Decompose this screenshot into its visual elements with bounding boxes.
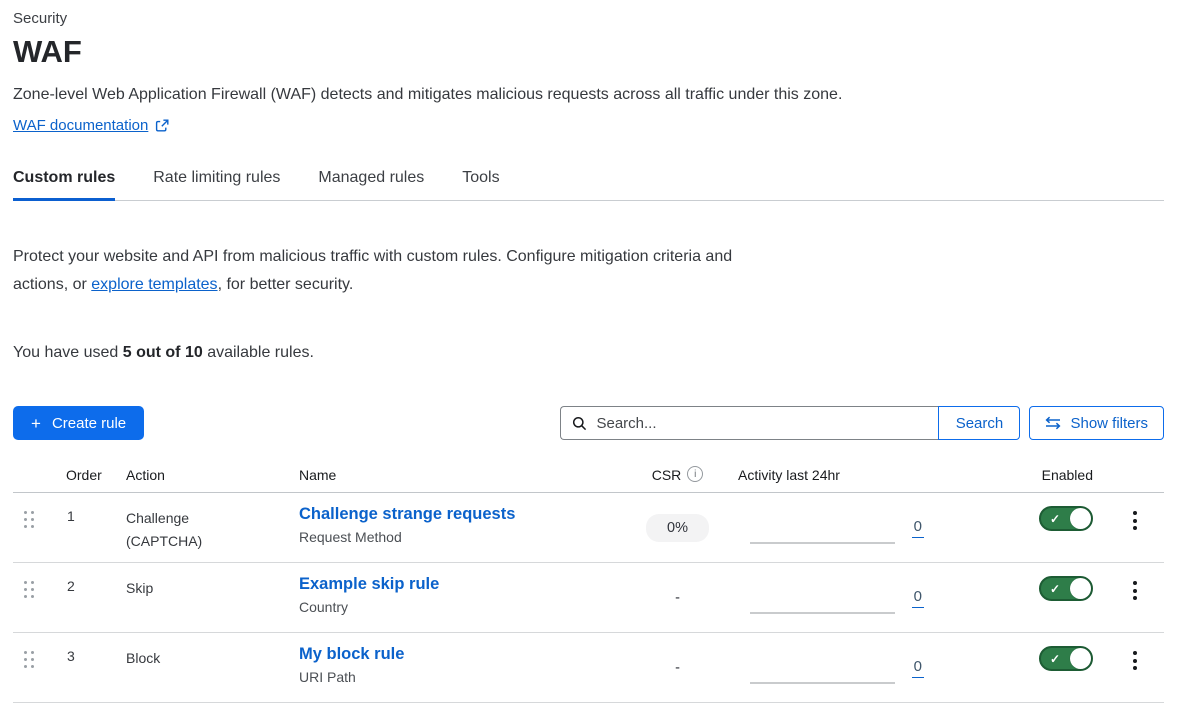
drag-handle-icon[interactable] xyxy=(24,651,36,668)
info-icon[interactable]: i xyxy=(687,466,703,482)
usage-text-before: You have used xyxy=(13,344,123,361)
check-icon: ✓ xyxy=(1050,513,1060,525)
toggle-knob xyxy=(1070,648,1091,669)
kebab-menu-icon[interactable] xyxy=(1127,508,1143,562)
activity-sparkline xyxy=(750,542,895,544)
rules-usage-text: You have used 5 out of 10 available rule… xyxy=(13,344,1164,362)
create-rule-label: Create rule xyxy=(52,415,126,432)
csr-badge: 0% xyxy=(646,514,709,542)
csr-value: - xyxy=(675,660,680,676)
tab-managed-rules[interactable]: Managed rules xyxy=(318,169,424,201)
rule-field: URI Path xyxy=(299,669,630,685)
page-title: WAF xyxy=(13,34,1164,70)
rule-order: 3 xyxy=(53,633,113,702)
explore-templates-link[interactable]: explore templates xyxy=(91,276,217,293)
rule-name-link[interactable]: Example skip rule xyxy=(299,575,439,594)
search-icon xyxy=(572,416,587,431)
csr-value: - xyxy=(675,590,680,606)
toggle-knob xyxy=(1070,508,1091,529)
search-input[interactable] xyxy=(596,415,927,432)
activity-count-link[interactable]: 0 xyxy=(912,518,924,538)
column-header-action: Action xyxy=(113,466,286,483)
rule-order: 1 xyxy=(53,493,113,562)
column-header-csr: CSR xyxy=(652,467,682,483)
toggle-knob xyxy=(1070,578,1091,599)
rule-name-link[interactable]: Challenge strange requests xyxy=(299,505,515,524)
activity-sparkline xyxy=(750,682,895,684)
activity-count-link[interactable]: 0 xyxy=(912,588,924,608)
column-header-enabled: Enabled xyxy=(940,466,1105,483)
waf-documentation-link[interactable]: WAF documentation xyxy=(13,117,148,134)
search-button[interactable]: Search xyxy=(938,406,1020,440)
usage-count: 5 out of 10 xyxy=(123,344,203,361)
intro-text-after: , for better security. xyxy=(218,276,354,293)
search-box xyxy=(560,406,938,440)
check-icon: ✓ xyxy=(1050,583,1060,595)
custom-rules-table: Order Action Name CSR i Activity last 24… xyxy=(13,466,1164,703)
column-header-order: Order xyxy=(53,466,113,483)
check-icon: ✓ xyxy=(1050,653,1060,665)
rule-action: Skip xyxy=(113,563,248,632)
show-filters-button[interactable]: Show filters xyxy=(1029,406,1164,440)
table-row: 3 Block My block rule URI Path - 0 ✓ xyxy=(13,633,1164,703)
table-header-row: Order Action Name CSR i Activity last 24… xyxy=(13,466,1164,493)
breadcrumb-security: Security xyxy=(13,10,1164,27)
drag-handle-icon[interactable] xyxy=(24,511,36,528)
enabled-toggle[interactable]: ✓ xyxy=(1039,506,1093,531)
external-link-icon xyxy=(155,119,169,133)
waf-page: Security WAF Zone-level Web Application … xyxy=(0,0,1177,703)
tab-rate-limiting-rules[interactable]: Rate limiting rules xyxy=(153,169,280,201)
intro-paragraph: Protect your website and API from malici… xyxy=(13,243,758,299)
column-header-name: Name xyxy=(286,466,630,483)
activity-sparkline xyxy=(750,612,895,614)
activity-count-link[interactable]: 0 xyxy=(912,658,924,678)
enabled-toggle[interactable]: ✓ xyxy=(1039,646,1093,671)
show-filters-label: Show filters xyxy=(1070,415,1148,432)
page-description: Zone-level Web Application Firewall (WAF… xyxy=(13,86,1164,104)
waf-tabs: Custom rules Rate limiting rules Managed… xyxy=(13,169,1164,201)
kebab-menu-icon[interactable] xyxy=(1127,648,1143,702)
rule-field: Request Method xyxy=(299,529,630,545)
rule-order: 2 xyxy=(53,563,113,632)
rule-name-link[interactable]: My block rule xyxy=(299,645,404,664)
rules-toolbar: + Create rule Search xyxy=(13,406,1164,440)
rule-action: Block xyxy=(113,633,248,702)
table-row: 1 Challenge (CAPTCHA) Challenge strange … xyxy=(13,493,1164,563)
rule-action: Challenge (CAPTCHA) xyxy=(113,493,248,562)
table-row: 2 Skip Example skip rule Country - 0 ✓ xyxy=(13,563,1164,633)
drag-handle-icon[interactable] xyxy=(24,581,36,598)
rule-field: Country xyxy=(299,599,630,615)
kebab-menu-icon[interactable] xyxy=(1127,578,1143,632)
tab-custom-rules[interactable]: Custom rules xyxy=(13,169,115,201)
enabled-toggle[interactable]: ✓ xyxy=(1039,576,1093,601)
tab-tools[interactable]: Tools xyxy=(462,169,499,201)
create-rule-button[interactable]: + Create rule xyxy=(13,406,144,440)
usage-text-after: available rules. xyxy=(203,344,314,361)
plus-icon: + xyxy=(31,415,41,432)
swap-arrows-icon xyxy=(1045,416,1061,430)
column-header-activity: Activity last 24hr xyxy=(725,466,940,483)
